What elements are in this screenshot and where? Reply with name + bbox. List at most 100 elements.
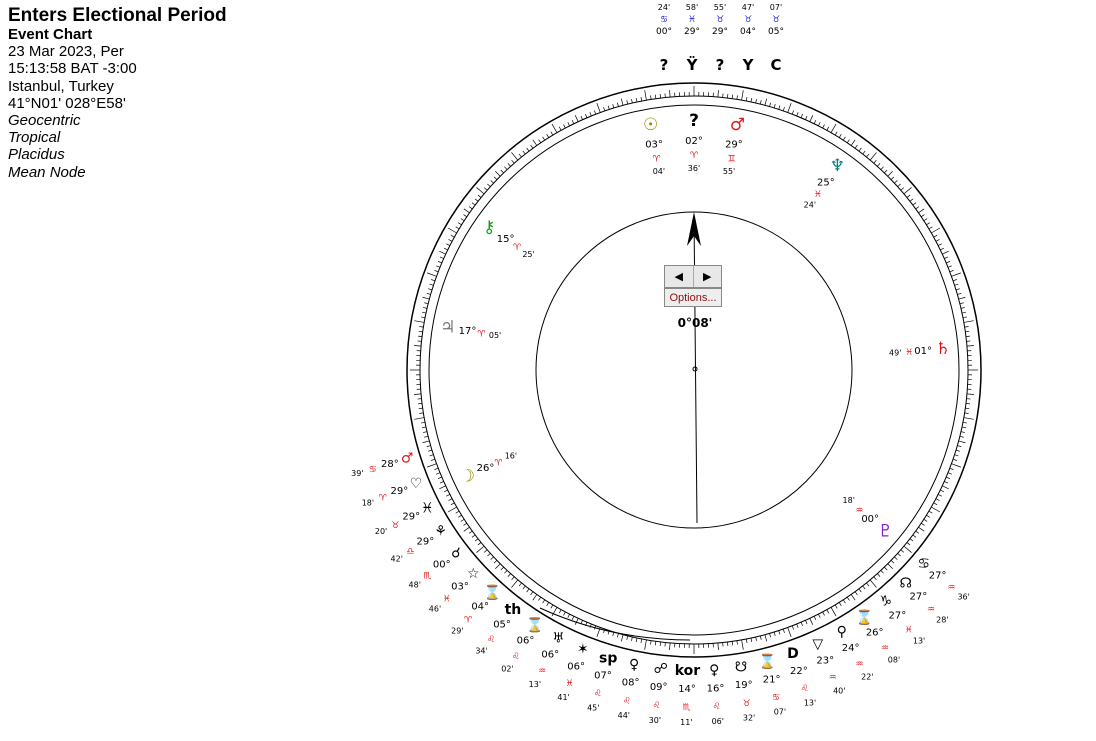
degree-tick [869, 152, 877, 161]
degree-tick [567, 122, 570, 127]
degree-tick [546, 602, 550, 606]
degree-tick [940, 489, 945, 493]
degree-tick [585, 113, 588, 118]
top-minute-label: 58' [686, 3, 698, 12]
inner-minute-label: 16' [505, 451, 517, 460]
degree-tick [750, 637, 753, 642]
degree-tick [463, 214, 468, 218]
degree-tick [894, 180, 898, 184]
degree-tick [928, 510, 933, 514]
degree-tick [495, 563, 501, 569]
degree-tick [755, 99, 757, 104]
degree-tick [589, 112, 592, 117]
degree-tick [507, 163, 511, 167]
degree-tick [963, 417, 974, 420]
outer-planet-glyph: ♀ [709, 662, 719, 678]
outer-sign-glyph: ♌ [653, 701, 661, 711]
degree-tick [551, 123, 558, 133]
dial-next-button[interactable]: ▶ [694, 266, 722, 287]
degree-tick [542, 599, 546, 604]
degree-tick [617, 102, 619, 107]
outer-sign-glyph: ♓ [905, 625, 913, 635]
outer-planet-glyph: ☍ [654, 661, 668, 677]
degree-tick [877, 163, 881, 167]
degree-tick [850, 594, 856, 601]
inner-minute-label: 05' [489, 331, 501, 340]
degree-tick [842, 599, 846, 604]
degree-tick [439, 250, 446, 255]
degree-tick [526, 147, 530, 152]
degree-tick [787, 627, 792, 637]
degree-tick [764, 98, 768, 106]
outer-degree-label: 19° [735, 680, 753, 691]
degree-tick [504, 570, 508, 574]
degree-tick [448, 498, 453, 501]
inner-minute-label: 55' [723, 167, 735, 176]
outer-minute-label: 41' [557, 693, 569, 702]
outer-degree-label: 21° [763, 674, 781, 685]
degree-tick [862, 585, 866, 590]
outer-degree-label: 27° [888, 610, 906, 621]
outer-planet-glyph: ♓ [421, 500, 434, 516]
degree-tick [450, 502, 455, 506]
degree-tick [884, 169, 888, 174]
outer-degree-label: 08° [622, 678, 640, 689]
inner-sign-glyph: ♈ [513, 243, 522, 253]
degree-tick [434, 467, 439, 470]
degree-tick [431, 279, 436, 282]
top-degree-label: 05° [768, 27, 784, 37]
degree-tick [511, 579, 519, 588]
degree-tick [620, 98, 624, 106]
degree-tick [838, 134, 842, 138]
degree-tick [947, 472, 952, 475]
degree-tick [522, 150, 526, 155]
dial-stepper[interactable]: ◀ ▶ [664, 265, 722, 288]
outer-planet-glyph: sp [599, 650, 617, 666]
outer-planet-glyph: th [505, 602, 522, 618]
degree-tick [955, 288, 960, 291]
outer-minute-label: 32' [743, 714, 755, 723]
outer-planet-glyph: ♑ [880, 594, 893, 610]
degree-tick [830, 123, 837, 133]
degree-tick [903, 187, 912, 195]
degree-tick [838, 602, 842, 606]
degree-tick [931, 227, 941, 234]
outer-sign-glyph: ♋ [772, 693, 780, 703]
options-button[interactable]: Options... [664, 288, 722, 307]
degree-tick [434, 270, 439, 273]
dial-prev-button[interactable]: ◀ [665, 266, 694, 287]
top-degree-label: 04° [740, 27, 756, 37]
degree-tick [926, 222, 930, 226]
degree-tick [962, 421, 967, 424]
degree-tick [897, 183, 901, 187]
outer-planet-glyph: kor [675, 663, 701, 679]
outer-sign-glyph: ♏ [683, 703, 691, 713]
degree-tick [414, 393, 422, 395]
inner-degree-label: 01° [914, 346, 932, 357]
degree-tick [640, 638, 643, 643]
outer-degree-label: 00° [433, 560, 451, 571]
degree-tick [439, 481, 444, 484]
degree-tick [532, 594, 538, 601]
outer-minute-label: 48' [409, 580, 421, 589]
degree-tick [903, 545, 912, 553]
degree-tick [626, 100, 629, 105]
outer-sign-glyph: ♓ [565, 679, 573, 689]
degree-tick [455, 510, 460, 514]
degree-tick [458, 222, 462, 226]
degree-tick [574, 115, 579, 122]
degree-tick [490, 556, 494, 560]
outer-sign-glyph: ♓ [443, 595, 451, 605]
degree-tick [890, 560, 895, 564]
inner-planet-glyph: ♃ [440, 318, 455, 338]
inner-degree-label: 03° [645, 139, 663, 150]
degree-tick [959, 435, 964, 438]
top-point-glyph: Y [742, 56, 755, 74]
outer-minute-label: 11' [680, 718, 692, 727]
outer-sign-glyph: ♒ [538, 667, 546, 677]
degree-tick [858, 147, 862, 152]
degree-tick [429, 454, 434, 457]
outer-minute-label: 46' [429, 604, 441, 613]
degree-tick [834, 604, 838, 609]
inner-minute-label: 49' [889, 348, 901, 357]
